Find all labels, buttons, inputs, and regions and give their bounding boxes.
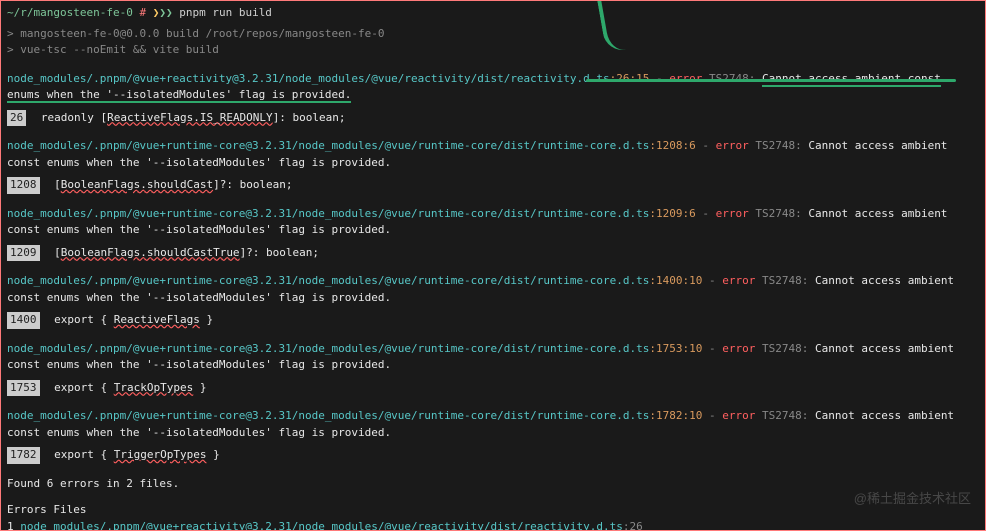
summary-found: Found 6 errors in 2 files. xyxy=(7,476,979,493)
error-snippet: 1782 export { TriggerOpTypes } xyxy=(7,447,979,464)
annotation-underline xyxy=(586,79,956,82)
prompt-command: pnpm run build xyxy=(179,6,272,19)
summary: Found 6 errors in 2 files. Errors Files … xyxy=(7,476,979,531)
error-block: node_modules/.pnpm/@vue+runtime-core@3.2… xyxy=(7,408,979,464)
errors-list: node_modules/.pnpm/@vue+reactivity@3.2.3… xyxy=(7,71,979,464)
error-location: node_modules/.pnpm/@vue+reactivity@3.2.3… xyxy=(7,71,979,104)
prompt-path: ~/r/mangosteen-fe-0 xyxy=(7,6,133,19)
error-block: node_modules/.pnpm/@vue+runtime-core@3.2… xyxy=(7,341,979,397)
summary-row-1: 1 node_modules/.pnpm/@vue+reactivity@3.2… xyxy=(7,519,979,531)
error-location: node_modules/.pnpm/@vue+runtime-core@3.2… xyxy=(7,408,979,441)
error-snippet: 1208 [BooleanFlags.shouldCast]?: boolean… xyxy=(7,177,979,194)
error-block: node_modules/.pnpm/@vue+runtime-core@3.2… xyxy=(7,273,979,329)
error-snippet: 1400 export { ReactiveFlags } xyxy=(7,312,979,329)
error-location: node_modules/.pnpm/@vue+runtime-core@3.2… xyxy=(7,273,979,306)
error-snippet: 26 readonly [ReactiveFlags.IS_READONLY]:… xyxy=(7,110,979,127)
terminal-window[interactable]: ~/r/mangosteen-fe-0 # ❯❯❯ pnpm run build… xyxy=(0,0,986,531)
error-block: node_modules/.pnpm/@vue+runtime-core@3.2… xyxy=(7,206,979,262)
prompt-separator-2: ❯❯ xyxy=(159,6,172,19)
error-snippet: 1753 export { TrackOpTypes } xyxy=(7,380,979,397)
build-line-1: > mangosteen-fe-0@0.0.0 build /root/repo… xyxy=(7,26,979,43)
build-header: > mangosteen-fe-0@0.0.0 build /root/repo… xyxy=(7,26,979,59)
build-line-2: > vue-tsc --noEmit && vite build xyxy=(7,42,979,59)
summary-header: Errors Files xyxy=(7,502,979,519)
prompt-hash: # xyxy=(139,6,152,19)
watermark: @稀土掘金技术社区 xyxy=(854,489,971,509)
error-snippet: 1209 [BooleanFlags.shouldCastTrue]?: boo… xyxy=(7,245,979,262)
prompt-line: ~/r/mangosteen-fe-0 # ❯❯❯ pnpm run build xyxy=(7,5,979,22)
error-block: node_modules/.pnpm/@vue+runtime-core@3.2… xyxy=(7,138,979,194)
error-location: node_modules/.pnpm/@vue+runtime-core@3.2… xyxy=(7,341,979,374)
error-location: node_modules/.pnpm/@vue+runtime-core@3.2… xyxy=(7,206,979,239)
error-location: node_modules/.pnpm/@vue+runtime-core@3.2… xyxy=(7,138,979,171)
